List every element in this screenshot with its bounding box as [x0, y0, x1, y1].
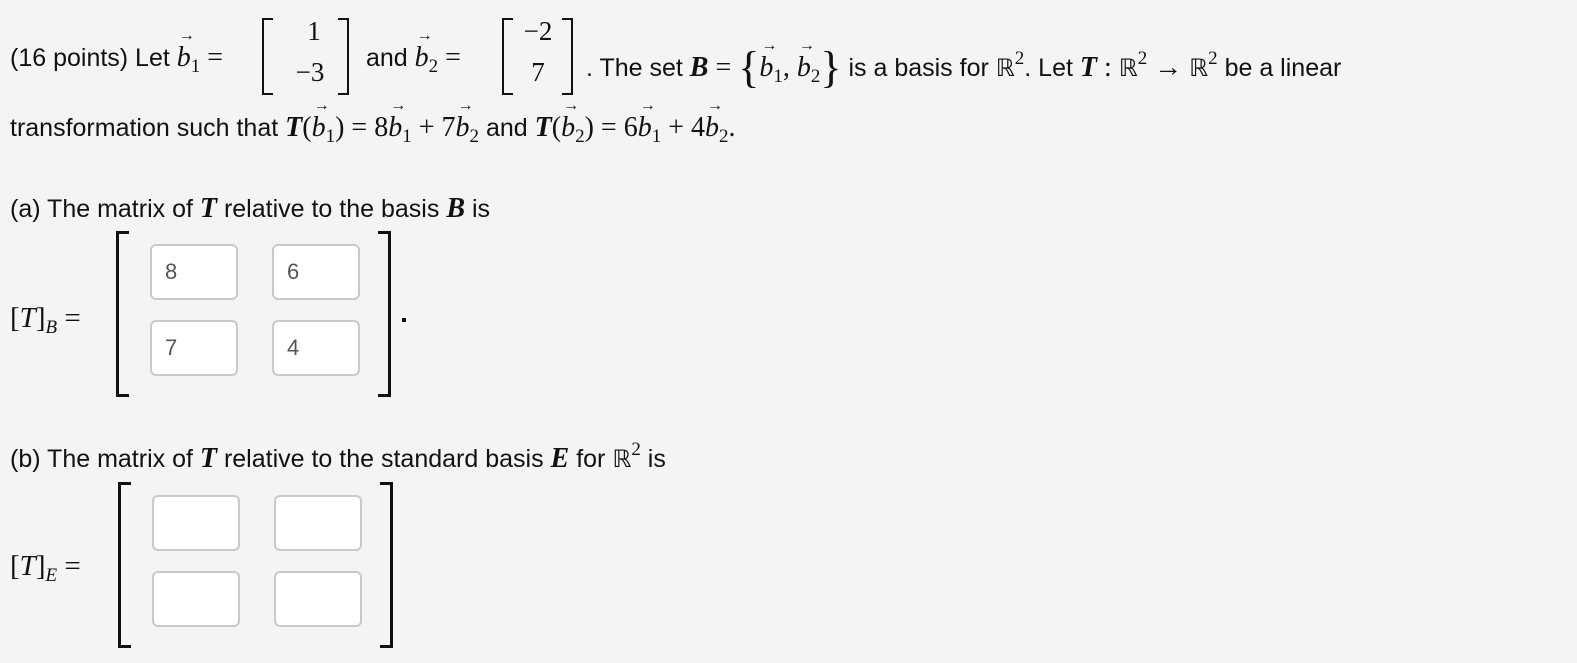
coef-6: 6 — [623, 112, 638, 143]
b1-entry-1: 1 — [307, 16, 321, 46]
b1-symbol: b1 — [177, 27, 201, 76]
part-b-question: (b) The matrix of T relative to the stan… — [10, 439, 666, 474]
te-input-r2c1[interactable] — [152, 571, 240, 627]
be-linear-text: be a linear — [1224, 54, 1342, 82]
period-dot — [402, 318, 406, 322]
bracket-left — [262, 18, 273, 95]
tb-input-r1c2[interactable] — [272, 244, 360, 300]
tb-input-r1c1[interactable] — [150, 244, 238, 300]
bracket-right — [562, 18, 573, 95]
tb-input-r2c2[interactable] — [272, 320, 360, 376]
arrow-icon: → — [1154, 52, 1183, 83]
matrix-b-left-bracket — [118, 482, 131, 648]
basis-text: is a basis for — [848, 54, 989, 82]
b1-entry-2: −3 — [295, 57, 325, 87]
matrix-b-right-bracket — [380, 482, 393, 648]
matrix-a-right-bracket — [378, 231, 391, 397]
problem-statement-line1: (16 points) Let b1 = — [10, 27, 223, 76]
part-a-question: (a) The matrix of T relative to the basi… — [10, 193, 491, 224]
and-label: and — [366, 44, 408, 72]
problem-statement-line2: transformation such that T(b1) = 8b1 + 7… — [10, 97, 736, 146]
b2-entry-2: 7 — [531, 57, 545, 87]
b2-symbol: b2 — [415, 27, 439, 76]
coef-8: 8 — [374, 112, 389, 143]
tb-input-r2c1[interactable] — [150, 320, 238, 376]
map-name: T — [1079, 52, 1097, 83]
set-text: . The set — [586, 54, 683, 82]
coef-7: 7 — [441, 112, 456, 143]
bracket-right — [338, 18, 349, 95]
matrix-a-left-bracket — [116, 231, 129, 397]
set-name: B — [689, 52, 709, 83]
bracket-left — [502, 18, 513, 95]
te-input-r1c2[interactable] — [274, 495, 362, 551]
points-label: (16 points) Let — [10, 44, 170, 72]
te-input-r1c1[interactable] — [152, 495, 240, 551]
coef-4: 4 — [691, 112, 705, 143]
matrix-label-te: [T]E = — [10, 550, 81, 586]
te-input-r2c2[interactable] — [274, 571, 362, 627]
real-space-symbol: ℝ — [995, 54, 1015, 82]
b2-entry-1: −2 — [523, 16, 553, 46]
matrix-label-tb: [T]B = — [10, 302, 81, 338]
